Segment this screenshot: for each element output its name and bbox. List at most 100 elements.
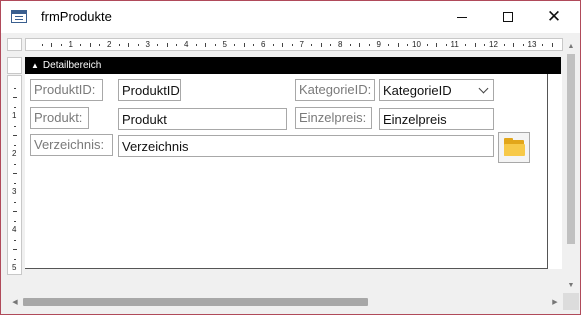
ruler-tick <box>484 44 486 46</box>
minimize-button[interactable] <box>439 1 485 33</box>
form-window: frmProdukte ✕ 1234567891011121314 12345 … <box>0 0 581 315</box>
ruler-tick <box>272 44 274 46</box>
scroll-right-icon[interactable]: ▶ <box>547 293 563 310</box>
ruler-tick <box>311 44 313 46</box>
ruler-tick <box>99 44 101 46</box>
detail-section[interactable] <box>25 74 548 269</box>
ruler-tick <box>14 106 16 108</box>
ruler-number: 1 <box>68 40 73 49</box>
verzeichnis-textbox[interactable]: Verzeichnis <box>118 135 494 157</box>
produktid-label[interactable]: ProduktID: <box>30 79 103 101</box>
ruler-tick <box>14 87 16 89</box>
maximize-button[interactable] <box>485 1 531 33</box>
kategorieid-combobox[interactable]: KategorieID <box>379 79 494 101</box>
ruler-tick <box>513 43 515 47</box>
scroll-up-icon[interactable]: ▲ <box>563 38 579 54</box>
ruler-number: 7 <box>299 40 304 49</box>
ruler-tick <box>474 43 476 47</box>
ruler-number: 13 <box>527 40 537 49</box>
browse-folder-button[interactable] <box>498 132 530 163</box>
ruler-tick <box>13 97 17 98</box>
produkt-textbox[interactable]: Produkt <box>118 108 287 130</box>
ruler-tick <box>465 44 467 46</box>
ruler-number: 3 <box>145 40 150 49</box>
ruler-tick <box>118 44 120 46</box>
ruler-tick <box>41 44 43 46</box>
ruler-tick <box>80 44 82 46</box>
ruler-tick <box>137 44 139 46</box>
ruler-tick <box>407 44 409 46</box>
section-selector[interactable] <box>7 57 22 74</box>
ruler-tick <box>14 182 16 184</box>
verzeichnis-label[interactable]: Verzeichnis: <box>30 134 113 156</box>
vertical-ruler[interactable]: 1 2 3 4 5 <box>7 75 22 275</box>
title-bar[interactable]: frmProdukte ✕ <box>1 1 580 33</box>
ruler-tick <box>13 135 17 136</box>
ruler-tick <box>60 44 62 46</box>
ruler-tick <box>282 43 284 47</box>
ruler-tick <box>89 43 91 47</box>
form-icon <box>11 10 27 23</box>
einzelpreis-label[interactable]: Einzelpreis: <box>295 107 372 129</box>
design-area-background <box>548 74 562 269</box>
ruler-number: 4 <box>12 225 17 234</box>
ruler-tick <box>13 211 17 212</box>
ruler-tick <box>14 258 16 260</box>
ruler-number: 11 <box>450 40 459 49</box>
ruler-tick <box>522 44 524 46</box>
ruler-tick <box>503 44 505 46</box>
ruler-number: 5 <box>222 40 227 49</box>
ruler-tick <box>330 44 332 46</box>
scroll-down-icon[interactable]: ▼ <box>563 277 579 293</box>
ruler-tick <box>234 44 236 46</box>
chevron-up-icon: ▲ <box>31 61 39 70</box>
ruler-number: 6 <box>261 40 266 49</box>
ruler-tick <box>243 43 245 47</box>
ruler-tick <box>551 43 553 47</box>
produkt-label[interactable]: Produkt: <box>30 107 89 129</box>
ruler-tick <box>14 144 16 146</box>
ruler-number: 2 <box>12 149 17 158</box>
ruler-number: 10 <box>412 40 421 49</box>
close-icon: ✕ <box>546 6 562 27</box>
scroll-left-icon[interactable]: ◀ <box>7 293 23 310</box>
section-header-detail[interactable]: ▲ Detailbereich <box>25 57 561 74</box>
ruler-tick <box>157 44 159 46</box>
ruler-tick <box>214 44 216 46</box>
ruler-tick <box>14 201 16 203</box>
size-grip[interactable] <box>563 293 579 310</box>
kategorieid-combobox-value: KategorieID <box>383 83 452 98</box>
ruler-tick <box>13 249 17 250</box>
ruler-tick <box>14 239 16 241</box>
ruler-tick <box>426 44 428 46</box>
ruler-tick <box>14 125 16 127</box>
einzelpreis-textbox[interactable]: Einzelpreis <box>379 108 494 130</box>
dropdown-arrow-icon[interactable] <box>474 81 492 99</box>
horizontal-scroll-thumb[interactable] <box>23 298 368 306</box>
ruler-tick <box>436 43 438 47</box>
ruler-tick <box>13 173 17 174</box>
ruler-number: 2 <box>107 40 112 49</box>
ruler-tick <box>14 163 16 165</box>
window-title: frmProdukte <box>41 9 112 24</box>
ruler-tick <box>388 44 390 46</box>
section-header-label: Detailbereich <box>42 60 102 71</box>
kategorieid-label[interactable]: KategorieID: <box>295 79 375 101</box>
ruler-tick <box>51 43 53 47</box>
produktid-textbox[interactable]: ProduktID <box>118 79 181 101</box>
close-button[interactable]: ✕ <box>531 1 577 33</box>
maximize-icon <box>503 12 513 22</box>
ruler-corner[interactable] <box>7 38 22 51</box>
vertical-scroll-thumb[interactable] <box>567 54 575 244</box>
ruler-tick <box>253 44 255 46</box>
ruler-tick <box>445 44 447 46</box>
ruler-number: 12 <box>489 40 498 49</box>
ruler-number: 5 <box>12 263 17 272</box>
minimize-icon <box>457 16 467 18</box>
ruler-number: 8 <box>338 40 343 49</box>
ruler-tick <box>14 220 16 222</box>
ruler-number: 4 <box>184 40 189 49</box>
ruler-tick <box>291 44 293 46</box>
ruler-number: 3 <box>12 187 17 196</box>
horizontal-ruler[interactable]: 1234567891011121314 <box>25 38 563 51</box>
